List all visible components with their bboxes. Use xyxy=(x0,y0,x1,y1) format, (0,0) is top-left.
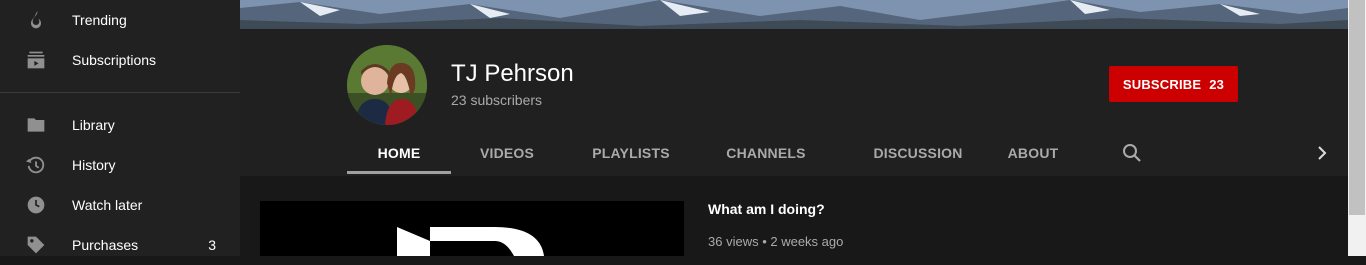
channel-header: TJ Pehrson 23 subscribers SUBSCRIBE 23 H… xyxy=(240,29,1348,176)
sidebar: Trending Subscriptions Library History W… xyxy=(0,0,240,256)
video-thumbnail[interactable] xyxy=(260,201,684,256)
tab-discussion[interactable]: DISCUSSION xyxy=(853,131,983,175)
history-icon xyxy=(24,153,48,177)
subscriber-count: 23 subscribers xyxy=(451,92,543,108)
active-tab-indicator xyxy=(347,171,451,174)
tab-channels[interactable]: CHANNELS xyxy=(714,131,818,175)
sidebar-item-purchases[interactable]: Purchases 3 xyxy=(0,225,240,265)
sidebar-item-library[interactable]: Library xyxy=(0,105,240,145)
sidebar-item-label: Purchases xyxy=(72,237,139,253)
tab-playlists[interactable]: PLAYLISTS xyxy=(579,131,683,175)
purchases-count: 3 xyxy=(208,237,216,253)
tab-home[interactable]: HOME xyxy=(347,131,451,175)
flame-icon xyxy=(24,8,48,32)
sidebar-item-history[interactable]: History xyxy=(0,145,240,185)
video-title[interactable]: What am I doing? xyxy=(708,201,825,217)
sidebar-item-watch-later[interactable]: Watch later xyxy=(0,185,240,225)
subscribe-button[interactable]: SUBSCRIBE 23 xyxy=(1109,66,1238,102)
subscribe-count: 23 xyxy=(1209,76,1225,92)
channel-avatar[interactable] xyxy=(347,45,427,125)
channel-name: TJ Pehrson xyxy=(451,60,574,87)
tab-videos[interactable]: VIDEOS xyxy=(464,131,550,175)
tag-icon xyxy=(24,233,48,257)
video-meta: 36 views • 2 weeks ago xyxy=(708,234,844,249)
sidebar-item-label: Library xyxy=(72,117,115,133)
mountain-banner-image xyxy=(240,0,1348,29)
subscribe-label: SUBSCRIBE xyxy=(1122,76,1202,92)
clock-icon xyxy=(24,193,48,217)
sidebar-item-label: Subscriptions xyxy=(72,52,157,68)
sidebar-item-label: History xyxy=(72,157,116,173)
scrollbar[interactable] xyxy=(1348,0,1366,256)
tab-about[interactable]: ABOUT xyxy=(996,131,1070,175)
sidebar-item-subscriptions[interactable]: Subscriptions xyxy=(0,40,240,80)
sidebar-divider xyxy=(0,92,240,93)
subscriptions-icon xyxy=(24,48,48,72)
folder-icon xyxy=(24,113,48,137)
sidebar-item-label: Trending xyxy=(72,12,127,28)
channel-banner xyxy=(240,0,1348,29)
sidebar-item-trending[interactable]: Trending xyxy=(0,0,240,40)
search-icon[interactable] xyxy=(1120,141,1144,165)
sidebar-item-label: Watch later xyxy=(72,197,143,213)
chevron-right-icon[interactable] xyxy=(1310,141,1334,165)
scrollbar-thumb[interactable] xyxy=(1349,0,1365,215)
